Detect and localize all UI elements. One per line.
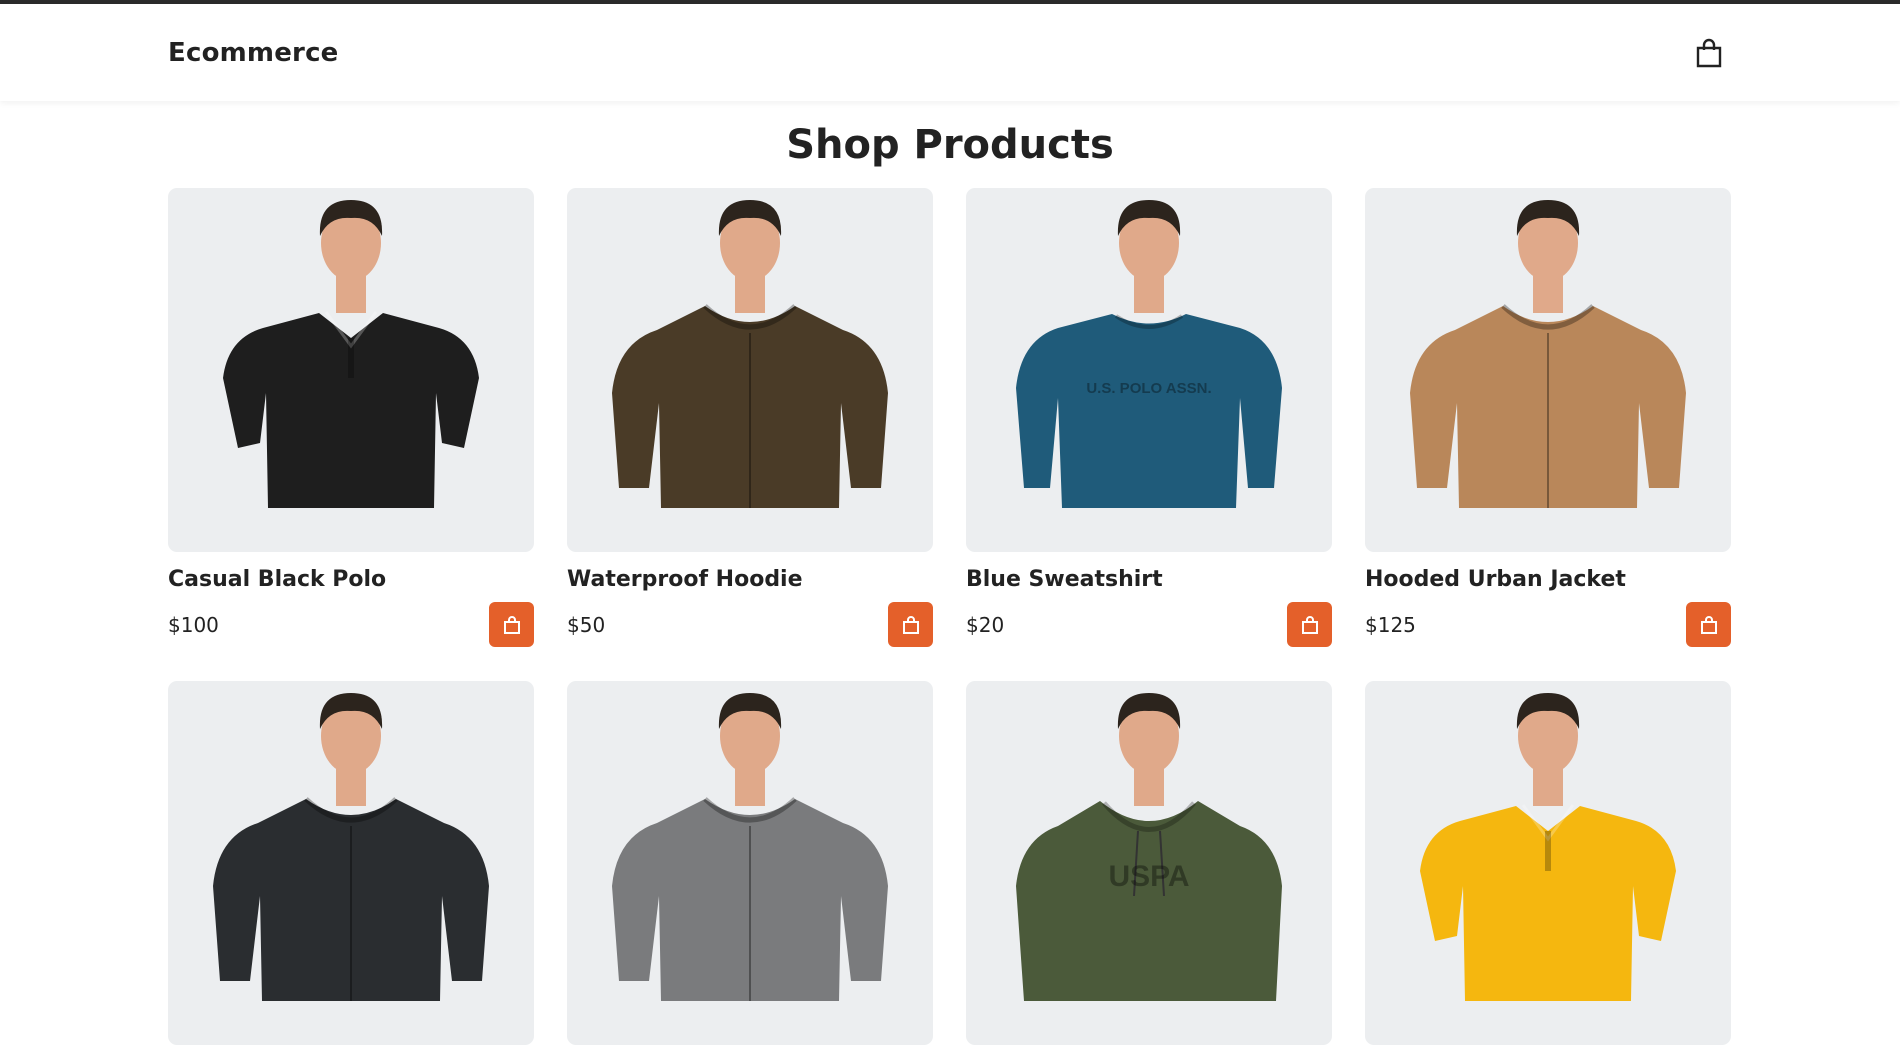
product-price: $125 xyxy=(1365,612,1416,637)
product-card[interactable]: USPA xyxy=(966,681,1332,1045)
product-image[interactable] xyxy=(168,188,534,552)
product-card[interactable]: Hooded Urban Jacket $125 xyxy=(1365,188,1731,647)
shopping-bag-icon xyxy=(503,615,520,634)
shopping-bag-icon xyxy=(902,615,919,634)
product-meta-row: $100 xyxy=(168,602,534,647)
shopping-bag-icon xyxy=(1301,615,1318,634)
product-price: $20 xyxy=(966,612,1005,637)
product-image[interactable]: USPA xyxy=(966,681,1332,1045)
product-card[interactable]: U.S. POLO ASSN. Blue Sweatshirt $20 xyxy=(966,188,1332,647)
svg-text:U.S. POLO ASSN.: U.S. POLO ASSN. xyxy=(1086,380,1211,397)
product-image[interactable] xyxy=(1365,681,1731,1045)
product-meta-row: $125 xyxy=(1365,602,1731,647)
product-name[interactable]: Casual Black Polo xyxy=(168,566,534,594)
add-to-cart-button[interactable] xyxy=(888,602,933,647)
add-to-cart-button[interactable] xyxy=(489,602,534,647)
product-image[interactable] xyxy=(567,188,933,552)
product-card[interactable] xyxy=(1365,681,1731,1045)
cart-button[interactable] xyxy=(1692,36,1726,70)
site-header: Ecommerce xyxy=(0,4,1900,101)
add-to-cart-button[interactable] xyxy=(1686,602,1731,647)
product-name[interactable]: Blue Sweatshirt xyxy=(966,566,1332,594)
product-grid: Casual Black Polo $100 Waterproof Hoodie $… xyxy=(168,188,1732,1045)
product-card[interactable]: Casual Black Polo $100 xyxy=(168,188,534,647)
product-meta-row: $20 xyxy=(966,602,1332,647)
product-name[interactable]: Waterproof Hoodie xyxy=(567,566,933,594)
product-image[interactable] xyxy=(168,681,534,1045)
product-price: $50 xyxy=(567,612,606,637)
brand-logo[interactable]: Ecommerce xyxy=(168,38,339,68)
product-price: $100 xyxy=(168,612,219,637)
product-card[interactable] xyxy=(567,681,933,1045)
shopping-bag-icon xyxy=(1696,38,1722,67)
product-card[interactable] xyxy=(168,681,534,1045)
shopping-bag-icon xyxy=(1700,615,1717,634)
product-meta-row: $50 xyxy=(567,602,933,647)
svg-text:USPA: USPA xyxy=(1108,860,1189,893)
product-image[interactable] xyxy=(1365,188,1731,552)
product-image[interactable]: U.S. POLO ASSN. xyxy=(966,188,1332,552)
product-image[interactable] xyxy=(567,681,933,1045)
add-to-cart-button[interactable] xyxy=(1287,602,1332,647)
page-title: Shop Products xyxy=(786,122,1114,168)
product-card[interactable]: Waterproof Hoodie $50 xyxy=(567,188,933,647)
product-name[interactable]: Hooded Urban Jacket xyxy=(1365,566,1731,594)
